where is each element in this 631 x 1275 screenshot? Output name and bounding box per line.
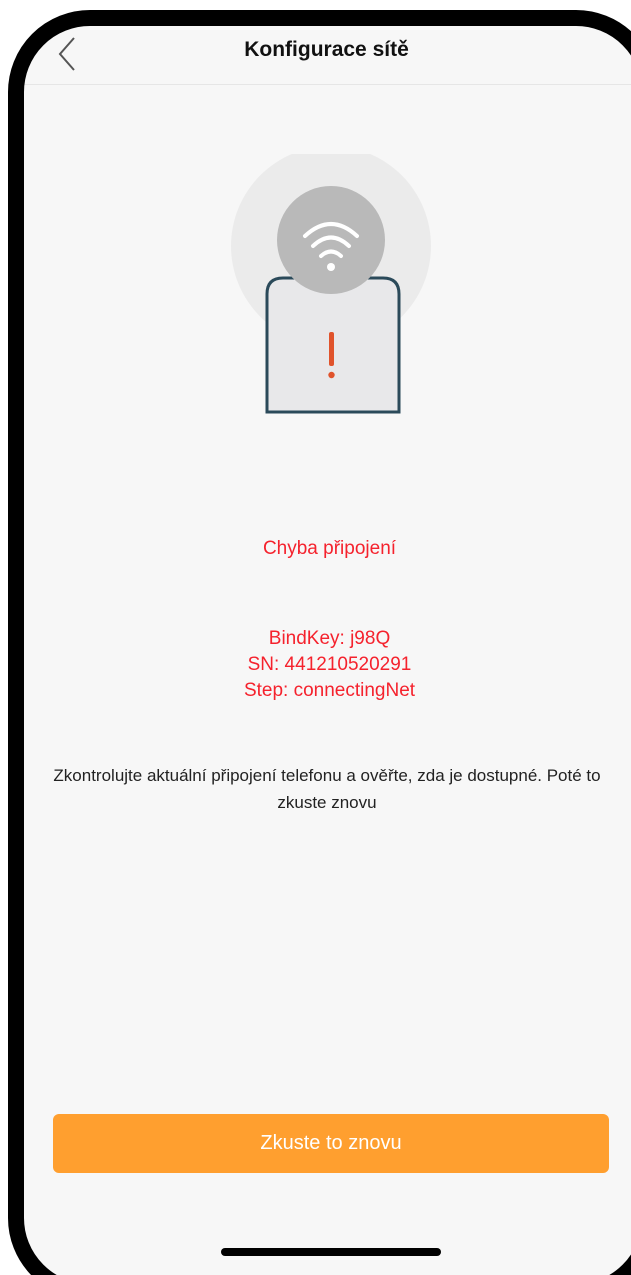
bind-key-text: BindKey: j98Q [268,628,391,649]
error-title: Chyba připojení [262,538,397,559]
page-title: Konfigurace sítě [244,38,409,61]
home-indicator [221,1248,441,1256]
debug-info: BindKey: j98Q SN: 441210520291 Step: con… [22,626,631,704]
step-text: Step: connectingNet [243,680,416,701]
retry-button[interactable]: Zkuste to znovu [53,1114,609,1173]
hint-text: Zkontrolujte aktuální připojení telefonu… [53,766,601,812]
wifi-circle [277,186,385,294]
navigation-bar: Konfigurace sítě [22,24,631,85]
wifi-dot [327,263,335,271]
connection-error-illustration [227,146,437,414]
chevron-left-icon [58,37,75,71]
app-screen: Konfigurace sítě Chyba připojení BindKey… [22,24,631,1275]
back-button[interactable] [52,32,92,76]
serial-number-text: SN: 441210520291 [247,654,412,675]
device: Konfigurace sítě Chyba připojení BindKey… [0,0,631,1275]
